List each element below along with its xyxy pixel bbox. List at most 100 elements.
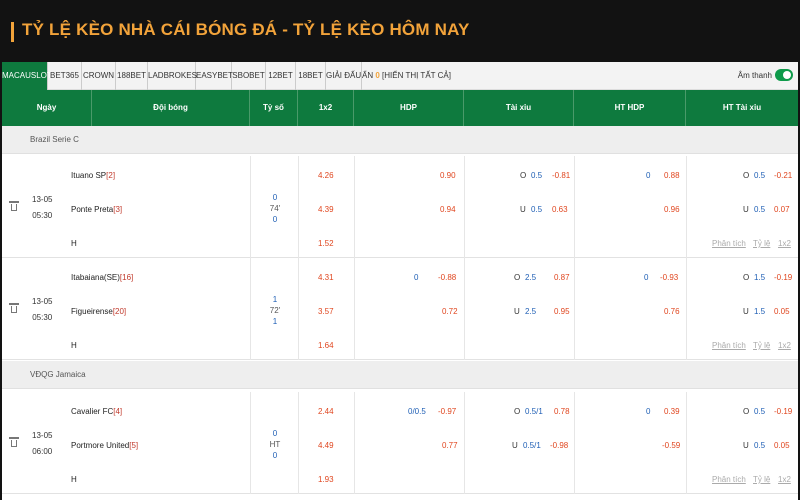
- col-ht-hdp: HT HDP: [574, 90, 686, 126]
- odds-ht-ou-under[interactable]: 0.07: [774, 205, 790, 214]
- away-team[interactable]: Portmore United[5]: [71, 441, 138, 450]
- home-team[interactable]: Ituano SP[2]: [71, 171, 115, 180]
- home-team[interactable]: Cavalier FC[4]: [71, 407, 122, 416]
- match-datetime: 13-05 06:00: [32, 431, 53, 456]
- ou-over-tag: O: [514, 273, 521, 282]
- away-team[interactable]: Ponte Preta[3]: [71, 205, 122, 214]
- col-ht-over-under: HT Tài xỉu: [722, 103, 762, 112]
- tab-ladbrokes[interactable]: LADBROKES: [148, 62, 197, 90]
- ht-ou-line: 0.5: [754, 171, 766, 180]
- odds-ht-hdp-home[interactable]: -0.93: [660, 273, 678, 282]
- odds-1x2-draw[interactable]: 1.52: [318, 239, 334, 248]
- live-score: 0 HT 0: [269, 429, 281, 460]
- odds-ht-ou-over[interactable]: -0.19: [774, 407, 792, 416]
- analysis-link[interactable]: Phân tích: [712, 239, 746, 248]
- odds-panel: MACAUSLOT BET365 CROWN 188BET LADBROKES …: [2, 62, 798, 500]
- away-team[interactable]: Figueirense[20]: [71, 307, 126, 316]
- analysis-link[interactable]: Phân tích: [712, 341, 746, 350]
- ou-line: 2.5: [525, 307, 537, 316]
- ht-ou-line: 0.5: [754, 441, 766, 450]
- odds-ht-ou-under[interactable]: 0.05: [774, 441, 790, 450]
- tab-12bet[interactable]: 12BET: [266, 62, 296, 90]
- odds-ht-ou-over[interactable]: -0.21: [774, 171, 792, 180]
- home-team[interactable]: Itabaiana(SE)[16]: [71, 273, 133, 282]
- odds-ht-hdp-away[interactable]: 0.96: [664, 205, 680, 214]
- show-all-link[interactable]: [HIỂN THỊ TẤT CẢ]: [382, 71, 451, 80]
- ou-line: 0.5/1: [525, 407, 543, 416]
- odds-ou-under[interactable]: 0.95: [554, 307, 570, 316]
- col-1x2: 1x2: [298, 90, 354, 126]
- 1x2-link[interactable]: 1x2: [778, 239, 791, 248]
- ht-hdp-line: 0: [646, 407, 651, 416]
- odds-ht-hdp-away[interactable]: 0.76: [664, 307, 680, 316]
- odds-1x2-draw[interactable]: 1.64: [318, 341, 334, 350]
- 1x2-link[interactable]: 1x2: [778, 341, 791, 350]
- ht-ou-line: 1.5: [754, 273, 766, 282]
- match-row: 13-05 05:30 Itabaiana(SE)[16] Figueirense…: [2, 258, 798, 360]
- ht-hdp-line: 0: [644, 273, 649, 282]
- odds-ou-under[interactable]: 0.63: [552, 205, 568, 214]
- odds-1x2-home[interactable]: 4.31: [318, 273, 334, 282]
- odds-ou-over[interactable]: -0.81: [552, 171, 570, 180]
- ou-line: 0.5/1: [523, 441, 541, 450]
- odds-link[interactable]: Tỷ lệ: [753, 475, 770, 484]
- tab-crown[interactable]: CROWN: [82, 62, 116, 90]
- 1x2-link[interactable]: 1x2: [778, 475, 791, 484]
- col-score: Tỷ số: [250, 90, 298, 126]
- ht-ou-under-tag: U: [743, 441, 749, 450]
- hdp-line: 0/0.5: [408, 407, 426, 416]
- live-score: 1 72' 1: [269, 295, 281, 326]
- analysis-link[interactable]: Phân tích: [712, 475, 746, 484]
- tab-easybet[interactable]: EASYBET: [196, 62, 233, 90]
- odds-link[interactable]: Tỷ lệ: [753, 239, 770, 248]
- tab-bet365[interactable]: BET365: [48, 62, 82, 90]
- bookmaker-tabs: MACAUSLOT BET365 CROWN 188BET LADBROKES …: [2, 62, 798, 90]
- trash-icon[interactable]: [9, 437, 19, 447]
- tab-sbobet[interactable]: SBOBET: [232, 62, 266, 90]
- draw-label: H: [71, 341, 77, 350]
- odds-ou-under[interactable]: -0.98: [550, 441, 568, 450]
- trash-icon[interactable]: [9, 201, 19, 211]
- ou-line: 0.5: [531, 205, 543, 214]
- odds-1x2-draw[interactable]: 1.93: [318, 475, 334, 484]
- hidden-count: 0: [375, 71, 380, 80]
- odds-1x2-away[interactable]: 4.49: [318, 441, 334, 450]
- odds-link[interactable]: Tỷ lệ: [753, 341, 770, 350]
- tab-macauslot[interactable]: MACAUSLOT: [2, 62, 52, 90]
- tab-leagues[interactable]: GIẢI ĐẤU: [326, 62, 362, 90]
- odds-1x2-home[interactable]: 4.26: [318, 171, 334, 180]
- odds-hdp-home[interactable]: -0.88: [438, 273, 456, 282]
- odds-hdp-home[interactable]: 0.90: [440, 171, 456, 180]
- trash-icon[interactable]: [9, 303, 19, 313]
- odds-ht-hdp-home[interactable]: 0.39: [664, 407, 680, 416]
- odds-ou-over[interactable]: 0.87: [554, 273, 570, 282]
- odds-hdp-away[interactable]: 0.77: [442, 441, 458, 450]
- sound-toggle[interactable]: [775, 69, 793, 81]
- odds-ou-over[interactable]: 0.78: [554, 407, 570, 416]
- hide-label: ẨN: [362, 71, 374, 80]
- tab-18bet[interactable]: 18BET: [296, 62, 326, 90]
- ou-under-tag: U: [520, 205, 526, 214]
- hide-filter[interactable]: ẨN 0 [HIỂN THỊ TẤT CẢ]: [362, 62, 451, 90]
- ou-line: 2.5: [525, 273, 537, 282]
- odds-1x2-home[interactable]: 2.44: [318, 407, 334, 416]
- odds-ht-ou-under[interactable]: 0.05: [774, 307, 790, 316]
- ou-over-tag: O: [514, 407, 521, 416]
- ou-under-tag: U: [514, 307, 520, 316]
- odds-ht-hdp-away[interactable]: -0.59: [662, 441, 680, 450]
- ou-under-tag: U: [512, 441, 518, 450]
- odds-1x2-away[interactable]: 4.39: [318, 205, 334, 214]
- tab-188bet[interactable]: 188BET: [116, 62, 148, 90]
- odds-ht-ou-over[interactable]: -0.19: [774, 273, 792, 282]
- ht-ou-over-tag: O: [743, 171, 750, 180]
- col-hdp: HDP: [354, 90, 464, 126]
- odds-1x2-away[interactable]: 3.57: [318, 307, 334, 316]
- odds-hdp-home[interactable]: -0.97: [438, 407, 456, 416]
- odds-hdp-away[interactable]: 0.94: [440, 205, 456, 214]
- odds-hdp-away[interactable]: 0.72: [442, 307, 458, 316]
- odds-ht-hdp-home[interactable]: 0.88: [664, 171, 680, 180]
- table-header: Ngày Đội bóng Tỷ số 1x2 HDP Tài xỉu HT H…: [2, 90, 798, 126]
- league-row[interactable]: Brazil Serie C: [2, 126, 798, 154]
- league-row[interactable]: VĐQG Jamaica: [2, 361, 798, 389]
- col-teams: Đội bóng: [92, 90, 250, 126]
